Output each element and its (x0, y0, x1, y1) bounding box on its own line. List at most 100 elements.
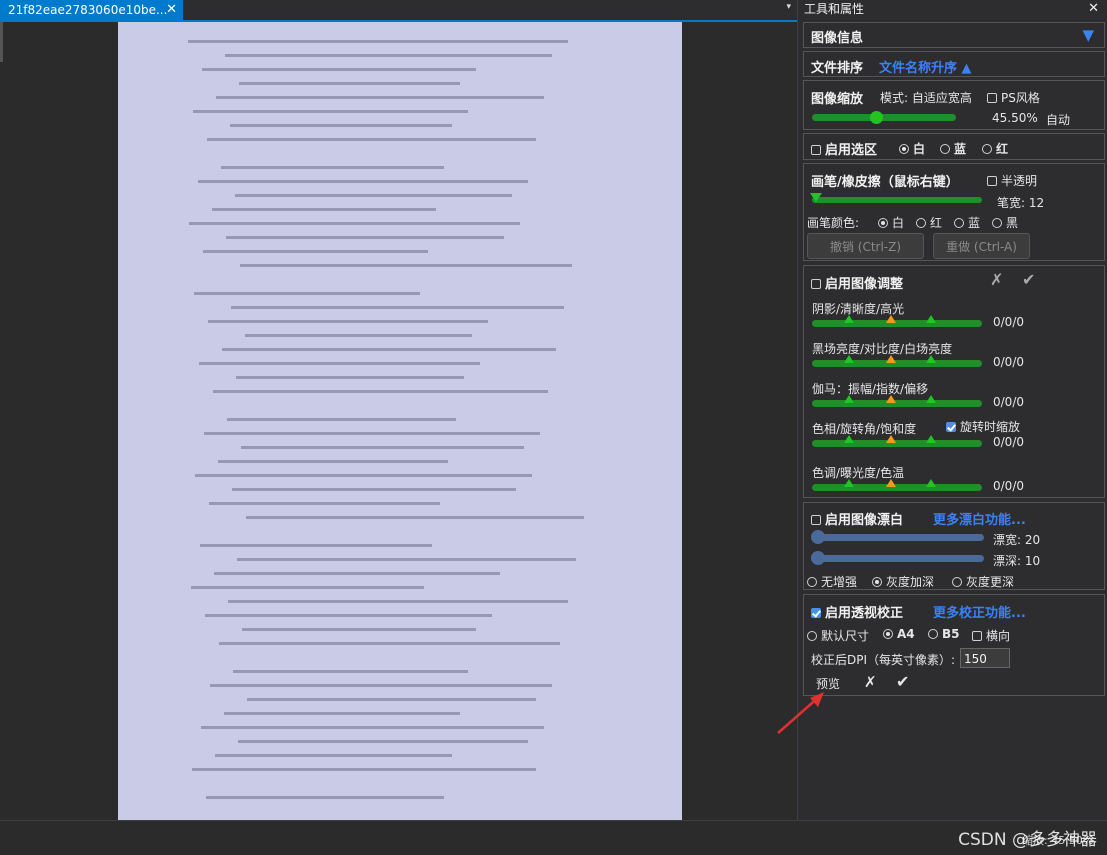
checkbox-icon (987, 93, 997, 103)
more-correction-link[interactable]: 更多校正功能... (933, 602, 1026, 621)
document-text-line (237, 558, 576, 561)
document-text-line (210, 684, 552, 687)
pen-color-black-radio[interactable]: 黑 (992, 214, 1018, 231)
cancel-perspective-icon[interactable]: ✗ (864, 673, 877, 691)
semi-transparent-checkbox[interactable]: 半透明 (987, 172, 1037, 189)
image-viewer[interactable] (0, 22, 797, 820)
adjust-slider-track[interactable] (812, 360, 982, 367)
document-text-line (198, 180, 528, 183)
pen-color-white-radio[interactable]: 白 (878, 214, 904, 231)
undo-button[interactable]: 撤销 (Ctrl-Z) (807, 233, 924, 259)
more-whiten-link[interactable]: 更多漂白功能... (933, 509, 1026, 528)
tab-list-dropdown-icon[interactable]: ▾ (786, 2, 791, 12)
adjust-slider-thumb[interactable] (844, 315, 854, 323)
enable-adjust-checkbox[interactable]: 启用图像调整 (811, 273, 903, 292)
no-enhance-radio[interactable]: 无增强 (807, 573, 857, 590)
pen-width-slider-thumb[interactable] (810, 193, 822, 202)
radio-label: A4 (897, 627, 915, 641)
adjust-slider-mid-thumb[interactable] (886, 355, 896, 363)
document-text-line (215, 754, 452, 757)
landscape-label: 横向 (986, 629, 1011, 643)
landscape-checkbox[interactable]: 横向 (972, 627, 1010, 644)
adjust-slider-thumb[interactable] (926, 315, 936, 323)
adjust-slider-mid-thumb[interactable] (886, 315, 896, 323)
adjust-slider-track[interactable] (812, 400, 982, 407)
selection-red-radio[interactable]: 红 (982, 140, 1008, 157)
status-bar (0, 820, 1107, 855)
checkbox-icon (811, 279, 821, 289)
radio-label: 默认尺寸 (821, 629, 870, 643)
collapse-icon[interactable]: ▼ (1082, 26, 1094, 44)
adjust-slider-thumb[interactable] (844, 395, 854, 403)
adjust-slider-track[interactable] (812, 440, 982, 447)
radio-icon (916, 218, 926, 228)
pen-color-red-radio[interactable]: 红 (916, 214, 942, 231)
zoom-slider-track[interactable] (812, 114, 956, 121)
document-text-line (231, 306, 564, 309)
default-size-radio[interactable]: 默认尺寸 (807, 627, 869, 644)
adjust-slider-mid-thumb[interactable] (886, 395, 896, 403)
radio-icon (899, 144, 909, 154)
adjust-slider-mid-thumb[interactable] (886, 479, 896, 487)
document-text-line (191, 586, 424, 589)
radio-label: 蓝 (968, 216, 981, 230)
radio-label: 蓝 (954, 142, 967, 156)
redo-button[interactable]: 重做 (Ctrl-A) (933, 233, 1030, 259)
pen-color-blue-radio[interactable]: 蓝 (954, 214, 980, 231)
semi-transparent-label: 半透明 (1001, 174, 1038, 188)
selection-blue-radio[interactable]: 蓝 (940, 140, 966, 157)
b5-radio[interactable]: B5 (928, 627, 960, 641)
zoom-mode[interactable]: 模式: 自适应宽高 (880, 89, 972, 106)
image-info-section[interactable]: 图像信息 ▼ (803, 22, 1105, 48)
selection-white-radio[interactable]: 白 (899, 140, 925, 157)
image-info-label: 图像信息 (811, 31, 864, 46)
whiten-width-slider-knob[interactable] (811, 530, 825, 544)
adjust-slider-thumb[interactable] (926, 435, 936, 443)
adjust-slider-thumb[interactable] (844, 435, 854, 443)
adjust-slider-track[interactable] (812, 484, 982, 491)
gray-deeper-radio[interactable]: 灰度更深 (952, 573, 1014, 590)
dpi-input[interactable]: 150 (960, 648, 1010, 668)
whiten-width-slider-track[interactable] (812, 534, 984, 541)
adjust-slider-track[interactable] (812, 320, 982, 327)
adjust-slider-thumb[interactable] (844, 355, 854, 363)
checkbox-checked-icon (946, 422, 956, 432)
close-tab-icon[interactable]: ✕ (166, 0, 177, 20)
close-panel-icon[interactable]: ✕ (1088, 0, 1099, 18)
cancel-adjust-icon[interactable]: ✗ (990, 270, 1003, 289)
scanned-document-image (118, 22, 682, 820)
document-text-line (200, 544, 432, 547)
panel-title: 工具和属性 (804, 2, 865, 16)
document-tab[interactable]: 21f82eae2783060e10be... ✕ (0, 0, 183, 20)
apply-perspective-icon[interactable]: ✔ (896, 672, 909, 691)
enable-perspective-label: 启用透视校正 (825, 606, 904, 621)
whiten-depth-value: 漂深: 10 (993, 554, 1041, 568)
file-sort-section: 文件排序 文件名称升序 ▲ (803, 51, 1105, 77)
radio-icon (807, 577, 817, 587)
rotate-zoom-checkbox[interactable]: 旋转时缩放 (946, 418, 1020, 435)
ps-style-checkbox[interactable]: PS风格 (987, 89, 1040, 106)
adjust-slider-mid-thumb[interactable] (886, 435, 896, 443)
pen-width-slider-track[interactable] (812, 197, 982, 203)
file-sort-value[interactable]: 文件名称升序 ▲ (879, 57, 972, 76)
adjust-slider-thumb[interactable] (926, 479, 936, 487)
apply-adjust-icon[interactable]: ✔ (1022, 270, 1035, 289)
document-text-line (216, 96, 544, 99)
adjust-row-value: 0/0/0 (993, 315, 1024, 329)
checkbox-icon (972, 631, 982, 641)
adjust-slider-thumb[interactable] (926, 395, 936, 403)
gray-deepen-radio[interactable]: 灰度加深 (872, 573, 934, 590)
zoom-auto[interactable]: 自动 (1046, 111, 1070, 128)
zoom-percent: 45.50% (992, 111, 1038, 125)
enable-whiten-checkbox[interactable]: 启用图像漂白 (811, 509, 903, 528)
enable-perspective-checkbox[interactable]: 启用透视校正 (811, 602, 903, 621)
adjust-slider-thumb[interactable] (844, 479, 854, 487)
enable-selection-checkbox[interactable]: 启用选区 (811, 139, 877, 158)
zoom-slider-knob[interactable] (869, 111, 883, 124)
document-text-line (240, 264, 572, 267)
red-arrow-annotation (777, 692, 824, 734)
whiten-depth-slider-knob[interactable] (811, 551, 825, 565)
adjust-slider-thumb[interactable] (926, 355, 936, 363)
whiten-depth-slider-track[interactable] (812, 555, 984, 562)
a4-radio[interactable]: A4 (883, 627, 915, 641)
